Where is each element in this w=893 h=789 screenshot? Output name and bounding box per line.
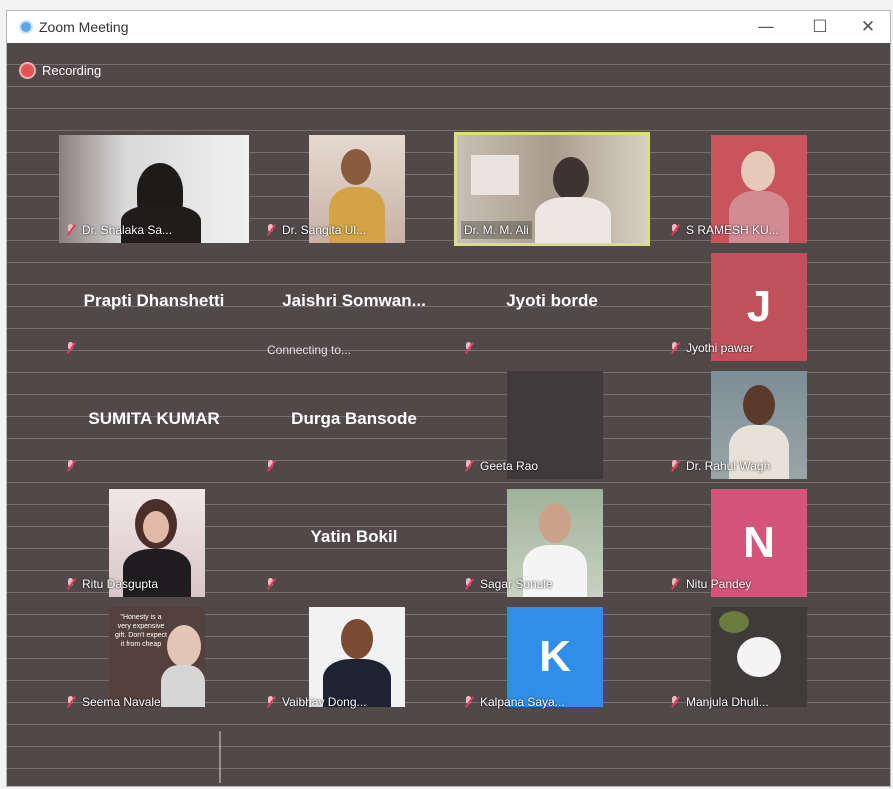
participant-name: Dr. M. M. Ali xyxy=(464,223,529,237)
title-bar: Zoom Meeting — ☐ ✕ xyxy=(7,11,890,43)
participant-tile[interactable]: K Kalpana Saya... xyxy=(457,607,647,715)
mic-muted-icon xyxy=(266,224,276,236)
participant-video xyxy=(309,607,405,707)
participant-name: Nitu Pandey xyxy=(686,577,752,591)
participant-tile[interactable]: Ritu Dasgupta xyxy=(59,489,249,597)
participant-name: Dr. Sangita Ul... xyxy=(282,223,367,237)
participant-tile[interactable]: Yatin Bokil xyxy=(259,489,449,597)
mic-muted-icon xyxy=(670,342,680,354)
participant-name: Ritu Dasgupta xyxy=(82,577,159,591)
divider xyxy=(219,731,221,783)
participant-name: Kalpana Saya... xyxy=(480,695,565,709)
participant-tile[interactable]: Geeta Rao xyxy=(457,371,647,479)
participant-name: Vaibhav Dong... xyxy=(282,695,367,709)
participant-name-large: Prapti Dhanshetti xyxy=(83,291,225,310)
window-title: Zoom Meeting xyxy=(39,19,129,35)
participant-name-tag xyxy=(63,339,85,357)
maximize-button[interactable]: ☐ xyxy=(797,11,843,43)
participant-name-tag: Geeta Rao xyxy=(461,457,541,475)
participant-name: Jyothi pawar xyxy=(686,341,754,355)
zoom-logo-icon xyxy=(19,20,33,34)
gallery-view: Recording Dr. Shalaka Sa... Dr. Sangita … xyxy=(7,43,890,786)
participant-name-tag xyxy=(63,457,85,475)
close-button[interactable]: ✕ xyxy=(845,11,891,43)
participant-tile[interactable]: SUMITA KUMAR xyxy=(59,371,249,479)
participant-name-large: Jaishri Somwan... xyxy=(282,291,426,310)
mic-muted-icon xyxy=(464,342,474,354)
participant-name: S RAMESH KU... xyxy=(686,223,779,237)
participant-tile[interactable]: Jaishri Somwan... Connecting to... xyxy=(259,253,449,361)
participant-video: "Honesty is a very expensive gift. Don't… xyxy=(109,607,205,707)
mic-muted-icon xyxy=(670,224,680,236)
participant-name-tag: Dr. Sangita Ul... xyxy=(263,221,369,239)
participant-name-tag: Manjula Dhuli... xyxy=(667,693,772,711)
participant-tile[interactable]: Manjula Dhuli... xyxy=(663,607,853,715)
participant-name-tag: Seema Navale xyxy=(63,693,164,711)
participant-name-tag: Ritu Dasgupta xyxy=(63,575,161,593)
mic-muted-icon xyxy=(670,460,680,472)
avatar-initial: K xyxy=(507,607,603,707)
participant-tile[interactable]: S RAMESH KU... xyxy=(663,135,853,243)
minimize-button[interactable]: — xyxy=(743,11,789,43)
participant-name-tag: Jyothi pawar xyxy=(667,339,756,357)
mic-muted-icon xyxy=(66,460,76,472)
participant-name-large: Yatin Bokil xyxy=(310,527,398,546)
participant-tile[interactable]: Durga Bansode xyxy=(259,371,449,479)
status-quote: "Honesty is a very expensive gift. Don't… xyxy=(115,614,167,648)
participant-name-tag: Dr. Shalaka Sa... xyxy=(63,221,175,239)
participant-name-tag: Sagar Sonule xyxy=(461,575,556,593)
mic-muted-icon xyxy=(464,696,474,708)
participant-name-tag xyxy=(461,339,483,357)
participant-name-tag: Nitu Pandey xyxy=(667,575,754,593)
mic-muted-icon xyxy=(66,696,76,708)
participant-name: Dr. Shalaka Sa... xyxy=(82,223,173,237)
participant-name-tag xyxy=(263,457,285,475)
record-icon xyxy=(21,63,34,77)
participant-tile-active-speaker[interactable]: Dr. M. M. Ali xyxy=(454,132,650,246)
mic-muted-icon xyxy=(266,578,276,590)
participant-name-tag: Dr. Rahul Wagh xyxy=(667,457,773,475)
recording-label: Recording xyxy=(42,62,102,78)
participant-name-tag: Dr. M. M. Ali xyxy=(461,221,532,239)
participant-name-large: SUMITA KUMAR xyxy=(88,409,220,428)
participant-name-tag: Vaibhav Dong... xyxy=(263,693,370,711)
participant-name: Sagar Sonule xyxy=(480,577,553,591)
participant-tile[interactable]: Jyoti borde xyxy=(457,253,647,361)
participant-name: Manjula Dhuli... xyxy=(686,695,769,709)
participant-name-large: Durga Bansode xyxy=(291,409,417,428)
mic-muted-icon xyxy=(670,578,680,590)
participant-tile[interactable]: Dr. Rahul Wagh xyxy=(663,371,853,479)
mic-muted-icon xyxy=(66,578,76,590)
participant-name: Dr. Rahul Wagh xyxy=(686,459,771,473)
recording-indicator[interactable]: Recording xyxy=(21,61,101,79)
participant-name-tag: S RAMESH KU... xyxy=(667,221,782,239)
participant-video xyxy=(711,607,807,707)
participant-tile[interactable]: "Honesty is a very expensive gift. Don't… xyxy=(59,607,249,715)
participant-tile[interactable]: Sagar Sonule xyxy=(457,489,647,597)
participant-tile[interactable]: Vaibhav Dong... xyxy=(259,607,449,715)
participant-name-tag: Kalpana Saya... xyxy=(461,693,568,711)
participant-tile[interactable]: Dr. Shalaka Sa... xyxy=(59,135,249,243)
participant-name: Geeta Rao xyxy=(480,459,539,473)
participant-tile[interactable]: J Jyothi pawar xyxy=(663,253,853,361)
connecting-status: Connecting to... xyxy=(267,343,352,357)
zoom-window: Zoom Meeting — ☐ ✕ Recording Dr. Shalaka… xyxy=(6,10,891,787)
participant-name: Seema Navale xyxy=(82,695,161,709)
participant-tile[interactable]: Dr. Sangita Ul... xyxy=(259,135,449,243)
participant-tile[interactable]: N Nitu Pandey xyxy=(663,489,853,597)
participant-name-large: Jyoti borde xyxy=(506,291,598,310)
participant-name-tag xyxy=(263,575,285,593)
mic-muted-icon xyxy=(670,696,680,708)
mic-muted-icon xyxy=(464,578,474,590)
mic-muted-icon xyxy=(66,224,76,236)
mic-muted-icon xyxy=(266,460,276,472)
mic-muted-icon xyxy=(266,696,276,708)
mic-muted-icon xyxy=(464,460,474,472)
participant-tile[interactable]: Prapti Dhanshetti xyxy=(59,253,249,361)
mic-muted-icon xyxy=(66,342,76,354)
